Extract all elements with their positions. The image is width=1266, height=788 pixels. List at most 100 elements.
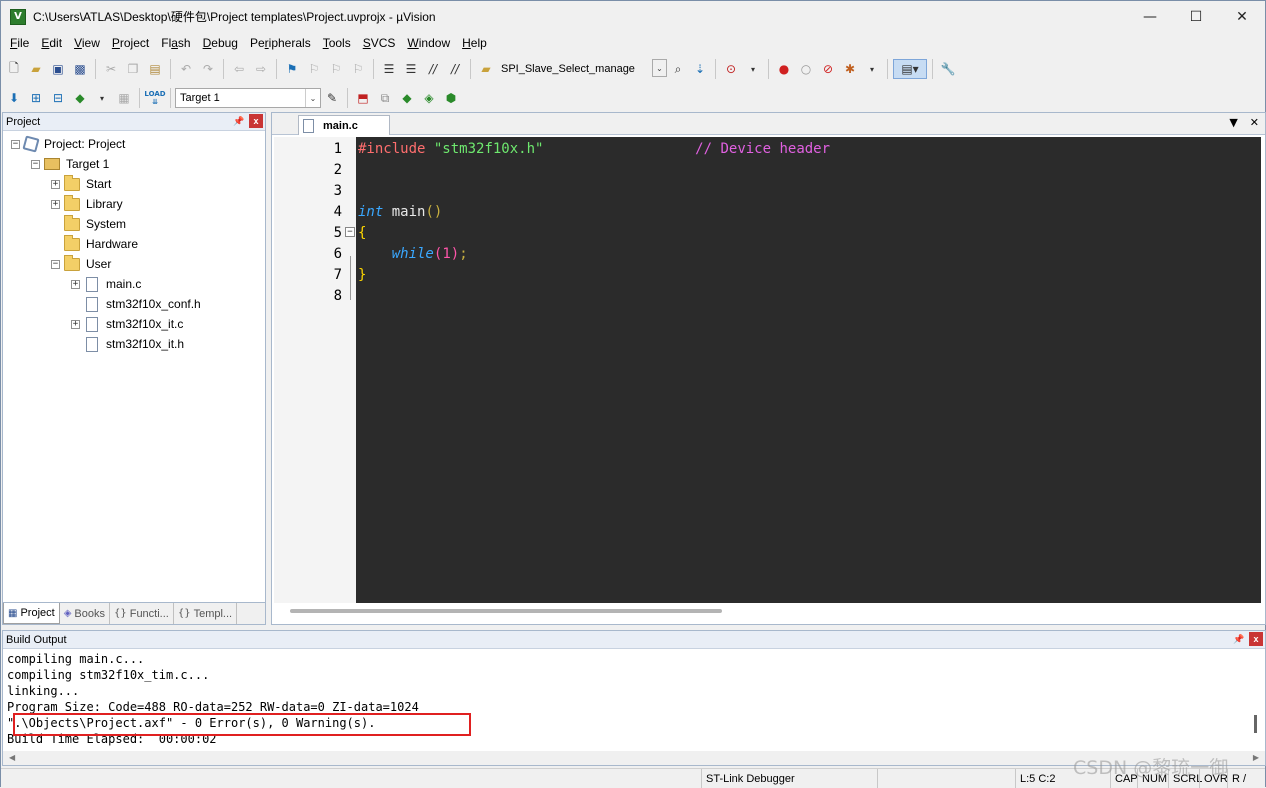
tree-node-file-conf-h[interactable]: stm32f10x_conf.h	[3, 294, 265, 314]
line-number: 5	[333, 225, 342, 241]
manage-project-items-icon[interactable]: ⬒	[353, 88, 373, 108]
window-layout-icon[interactable]: ▤▾	[893, 59, 927, 79]
menu-svcs[interactable]: SVCS	[357, 36, 402, 50]
menu-flash[interactable]: Flash	[155, 36, 196, 50]
rebuild-icon[interactable]: ⊟	[48, 88, 68, 108]
menu-edit[interactable]: Edit	[35, 36, 68, 50]
breakpoint-dropdown-icon[interactable]: ▾	[862, 59, 882, 79]
manage-runtime-icon[interactable]: ◆	[397, 88, 417, 108]
bookmark-icon[interactable]: ⚑	[282, 59, 302, 79]
select-software-packs-icon[interactable]: ⬢	[441, 88, 461, 108]
incremental-find-icon[interactable]: ⇣	[690, 59, 710, 79]
tree-node-group-start[interactable]: + Start	[3, 174, 265, 194]
tree-node-file-it-c[interactable]: + stm32f10x_it.c	[3, 314, 265, 334]
tree-node-group-user[interactable]: − User	[3, 254, 265, 274]
editor-pane: main.c ▼ ✕ 1 2 3 4 5 6 7 8 − #include "s…	[271, 112, 1266, 625]
find-in-files-icon[interactable]: ▰	[476, 59, 496, 79]
batch-build-dropdown-icon[interactable]: ▾	[92, 88, 112, 108]
insert-breakpoint-icon[interactable]: ●	[774, 59, 794, 79]
menu-window[interactable]: Window	[401, 36, 456, 50]
save-all-icon[interactable]: ▩	[70, 59, 90, 79]
disable-all-breakpoints-icon[interactable]: ⊘	[818, 59, 838, 79]
menu-peripherals[interactable]: Peripherals	[244, 36, 317, 50]
stop-build-icon[interactable]: ▦	[114, 88, 134, 108]
menu-file[interactable]: File	[4, 36, 35, 50]
tree-node-file-main-c[interactable]: + main.c	[3, 274, 265, 294]
close-tab-icon[interactable]: ✕	[1250, 116, 1259, 129]
open-file-icon[interactable]: ▰	[26, 59, 46, 79]
menu-project[interactable]: Project	[106, 36, 155, 50]
redo-icon[interactable]: ↷	[198, 59, 218, 79]
expand-icon[interactable]: +	[51, 179, 60, 189]
expand-icon[interactable]: +	[71, 319, 80, 329]
comment-icon[interactable]: //	[423, 59, 443, 79]
project-pane: Project 📌 x − Project: Project − Target …	[2, 112, 266, 625]
pin-icon[interactable]: 📌	[1232, 632, 1246, 646]
close-button[interactable]: ✕	[1219, 1, 1265, 32]
uvision-app-icon: V	[10, 8, 26, 25]
tree-node-file-it-h[interactable]: stm32f10x_it.h	[3, 334, 265, 354]
scroll-right-icon[interactable]: ▶	[1253, 753, 1259, 762]
collapse-icon[interactable]: −	[51, 259, 60, 269]
configure-icon[interactable]: 🔧	[938, 59, 958, 79]
function-combo[interactable]: SPI_Slave_Select_manage ⌄	[497, 59, 667, 79]
debug-session-icon[interactable]: ⊙	[721, 59, 741, 79]
editor-horizontal-scrollbar[interactable]	[290, 609, 722, 613]
pin-icon[interactable]: 📌	[232, 114, 246, 128]
tab-list-dropdown-icon[interactable]: ▼	[1229, 116, 1237, 129]
prev-bookmark-icon[interactable]: ⚐	[304, 59, 324, 79]
menu-view[interactable]: View	[68, 36, 106, 50]
maximize-button[interactable]: ☐	[1173, 1, 1219, 32]
menu-tools[interactable]: Tools	[317, 36, 357, 50]
tree-node-project[interactable]: − Project: Project	[3, 134, 265, 154]
code-area[interactable]: #include "stm32f10x.h" // Device header …	[356, 137, 1261, 603]
fold-collapse-icon[interactable]: −	[345, 227, 355, 237]
unindent-icon[interactable]: ☰	[401, 59, 421, 79]
editor-tab-main-c[interactable]: main.c	[298, 115, 390, 135]
save-icon[interactable]: ▣	[48, 59, 68, 79]
cut-icon[interactable]: ✂	[101, 59, 121, 79]
tab-functions[interactable]: {} Functi...	[110, 603, 174, 624]
tree-node-group-library[interactable]: + Library	[3, 194, 265, 214]
build-icon[interactable]: ⊞	[26, 88, 46, 108]
indent-icon[interactable]: ☰	[379, 59, 399, 79]
paste-icon[interactable]: ▤	[145, 59, 165, 79]
copy-component-icon[interactable]: ⧉	[375, 88, 395, 108]
target-options-icon[interactable]: ✎	[322, 88, 342, 108]
next-bookmark-icon[interactable]: ⚐	[326, 59, 346, 79]
build-output-vertical-scrollbar[interactable]	[1254, 715, 1257, 733]
tree-node-group-system[interactable]: System	[3, 214, 265, 234]
new-file-icon[interactable]: 🗋	[4, 59, 24, 79]
pack-installer-icon[interactable]: ◈	[419, 88, 439, 108]
batch-build-icon[interactable]: ◆	[70, 88, 90, 108]
close-pane-icon[interactable]: x	[1249, 632, 1263, 646]
download-load-icon[interactable]: LOAD ⇊	[144, 88, 165, 108]
tree-node-group-hardware[interactable]: Hardware	[3, 234, 265, 254]
expand-icon[interactable]: +	[51, 199, 60, 209]
uncomment-icon[interactable]: //	[445, 59, 465, 79]
target-select[interactable]: Target 1 ⌄	[175, 88, 321, 108]
copy-icon[interactable]: ❐	[123, 59, 143, 79]
menu-debug[interactable]: Debug	[197, 36, 244, 50]
find-icon[interactable]: ⌕	[668, 59, 688, 79]
translate-icon[interactable]: ⬇	[4, 88, 24, 108]
debug-dropdown-icon[interactable]: ▾	[743, 59, 763, 79]
clear-bookmarks-icon[interactable]: ⚐	[348, 59, 368, 79]
navigate-back-icon[interactable]: ⇦	[229, 59, 249, 79]
minimize-button[interactable]: —	[1127, 1, 1173, 32]
tab-templates[interactable]: {} Templ...	[174, 603, 238, 624]
project-pane-tabs: ▦ Project ◈ Books {} Functi... {} Templ...	[3, 602, 265, 624]
close-pane-icon[interactable]: x	[249, 114, 263, 128]
expand-icon[interactable]: +	[71, 279, 80, 289]
menu-help[interactable]: Help	[456, 36, 493, 50]
tab-books[interactable]: ◈ Books	[60, 603, 110, 624]
tree-node-target[interactable]: − Target 1	[3, 154, 265, 174]
kill-breakpoints-icon[interactable]: ✱	[840, 59, 860, 79]
navigate-forward-icon[interactable]: ⇨	[251, 59, 271, 79]
tab-project[interactable]: ▦ Project	[3, 603, 60, 624]
scroll-left-icon[interactable]: ◀	[9, 753, 15, 762]
collapse-icon[interactable]: −	[11, 139, 20, 149]
collapse-icon[interactable]: −	[31, 159, 40, 169]
disable-breakpoint-icon[interactable]: ○	[796, 59, 816, 79]
undo-icon[interactable]: ↶	[176, 59, 196, 79]
